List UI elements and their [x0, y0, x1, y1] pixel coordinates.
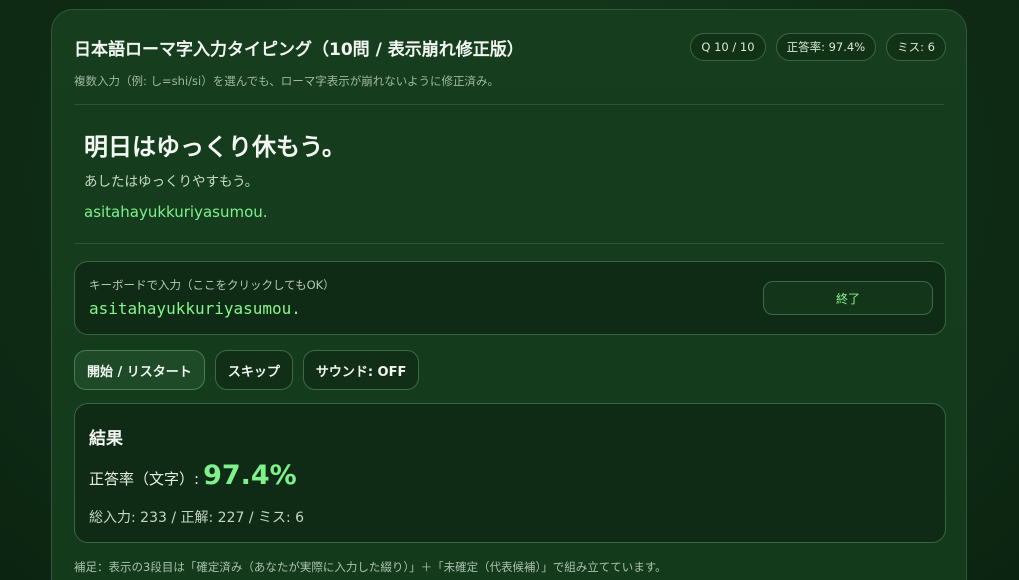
skip-button[interactable]: スキップ	[214, 350, 293, 390]
page-subtitle: 複数入力（例: し=shi/si）を選んでも、ローマ字表示が崩れないように修正済…	[74, 74, 500, 88]
finish-button[interactable]: 終了	[763, 281, 933, 315]
question-romaji: asitahayukkuriyasumou.	[84, 203, 268, 221]
restart-button[interactable]: 開始 / リスタート	[74, 350, 205, 390]
accuracy-label: 正答率（文字）:	[89, 470, 200, 488]
accuracy-row: 正答率（文字）: 97.4%	[89, 460, 297, 491]
typing-card: 日本語ローマ字入力タイピング（10問 / 表示崩れ修正版） 複数入力（例: し=…	[51, 9, 967, 580]
sound-toggle-button[interactable]: サウンド: OFF	[302, 350, 420, 390]
question-divider	[74, 243, 944, 244]
question-kana: あしたはゆっくりやすもう。	[84, 174, 259, 190]
question-counter-badge: Q 10 / 10	[690, 33, 766, 61]
result-stats: 総入力: 233 / 正解: 227 / ミス: 6	[89, 510, 305, 526]
result-panel: 結果 正答率（文字）: 97.4% 総入力: 233 / 正解: 227 / ミ…	[74, 403, 946, 543]
accuracy-value: 97.4%	[203, 460, 297, 491]
accuracy-badge: 正答率: 97.4%	[775, 33, 877, 61]
page-title: 日本語ローマ字入力タイピング（10問 / 表示崩れ修正版）	[74, 40, 524, 60]
miss-badge: ミス: 6	[886, 33, 946, 61]
footer-note: 補足：表示の3段目は「確定済み（あなたが実際に入力した綴り）」＋「未確定（代表候…	[74, 560, 667, 574]
status-pills: Q 10 / 10 正答率: 97.4% ミス: 6	[690, 33, 946, 61]
typed-text: asitahayukkuriyasumou.	[89, 299, 301, 318]
input-label: キーボードで入力（ここをクリックしてもOK）	[89, 278, 335, 292]
control-buttons: 開始 / リスタート スキップ サウンド: OFF	[74, 350, 420, 390]
question-kanji: 明日はゆっくり休もう。	[84, 133, 346, 161]
header-divider	[74, 104, 944, 105]
typing-input-area[interactable]: キーボードで入力（ここをクリックしてもOK） asitahayukkuriyas…	[74, 261, 946, 335]
result-title: 結果	[89, 429, 123, 449]
